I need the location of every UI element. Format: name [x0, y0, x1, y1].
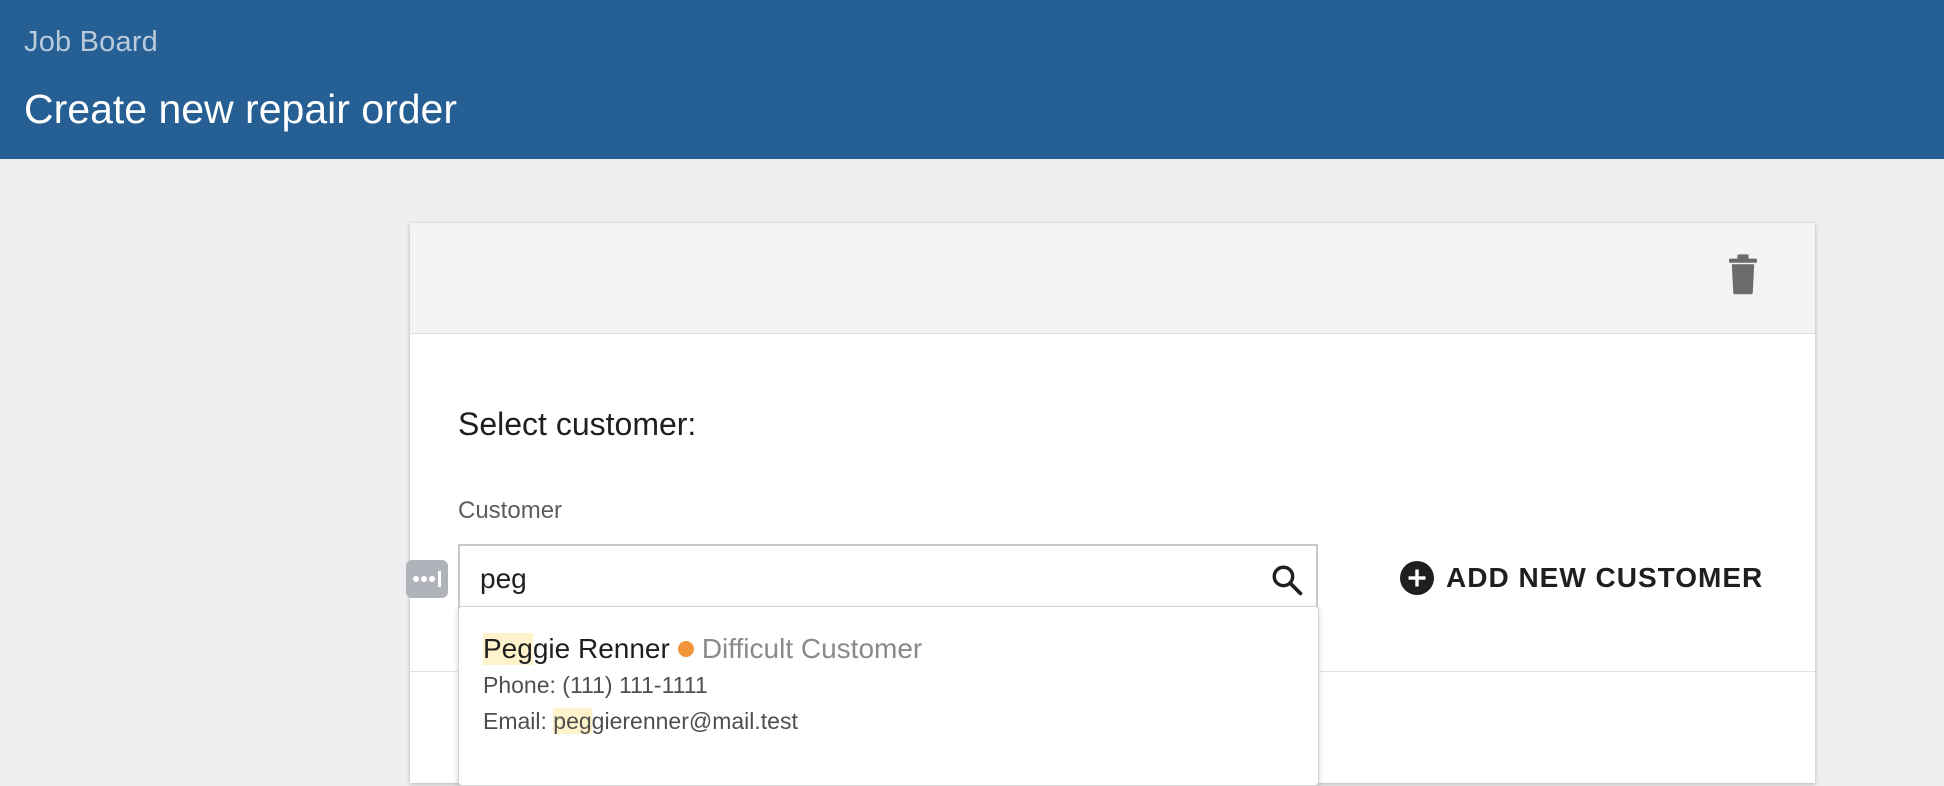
customer-phone: Phone: (111) 111-1111: [483, 672, 708, 699]
customer-name-rest: gie Renner: [532, 633, 670, 664]
add-new-customer-button[interactable]: ADD NEW CUSTOMER: [1400, 558, 1763, 598]
search-icon[interactable]: [1270, 563, 1304, 597]
customer-status: Difficult Customer: [701, 633, 923, 664]
password-manager-icon[interactable]: [406, 560, 448, 598]
customer-email: Email: peggierenner@mail.test: [483, 708, 798, 735]
customer-name-row[interactable]: Peg gie Renner Difficult Customer: [483, 631, 922, 667]
breadcrumb[interactable]: Job Board: [24, 26, 158, 59]
top-bar: Job Board Create new repair order: [0, 0, 1944, 159]
email-match: peg: [553, 708, 592, 734]
customer-search-input[interactable]: [480, 559, 1240, 599]
customer-search-field[interactable]: [458, 544, 1318, 613]
plus-circle-icon: [1400, 561, 1434, 595]
customer-search-results: Peg gie Renner Difficult Customer Phone: …: [458, 606, 1319, 786]
card-header: [410, 223, 1815, 334]
customer-name-match: Peg: [483, 633, 533, 665]
trash-icon[interactable]: [1726, 253, 1760, 295]
phone-value: (111) 111-1111: [562, 672, 708, 698]
page-title: Create new repair order: [24, 86, 457, 132]
email-rest: gierenner@mail.test: [591, 708, 798, 734]
phone-label: Phone:: [483, 672, 556, 698]
email-label: Email:: [483, 708, 547, 734]
customer-field-label: Customer: [458, 497, 563, 524]
select-customer-heading: Select customer:: [458, 406, 697, 442]
status-dot: [677, 641, 694, 657]
add-new-customer-label: ADD NEW CUSTOMER: [1446, 562, 1764, 593]
